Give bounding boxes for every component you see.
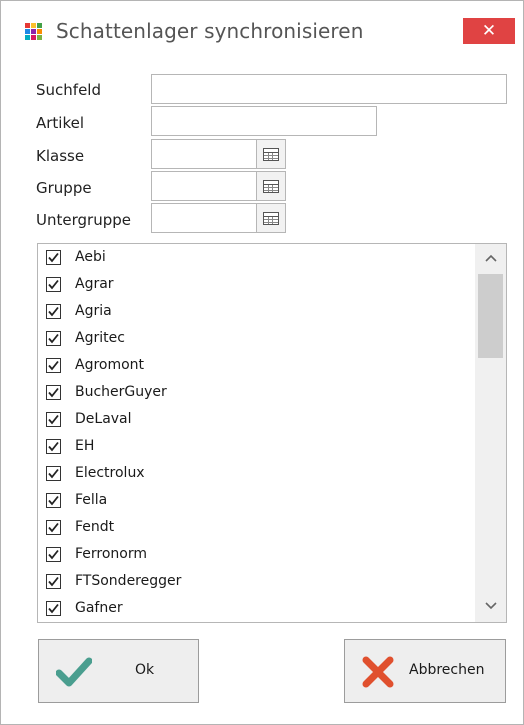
checkbox[interactable] — [46, 277, 61, 292]
checkbox[interactable] — [46, 304, 61, 319]
list-item-label: Fendt — [75, 519, 115, 535]
list-item[interactable]: Fella — [38, 488, 475, 515]
checkbox[interactable] — [46, 412, 61, 427]
list-item-label: Fella — [75, 492, 108, 508]
suchfeld-input[interactable] — [151, 74, 507, 104]
checkbox[interactable] — [46, 520, 61, 535]
list-item-label: Agritec — [75, 330, 125, 346]
artikel-input[interactable] — [151, 106, 377, 136]
gruppe-picker-button[interactable] — [256, 171, 286, 201]
window-title: Schattenlager synchronisieren — [56, 19, 364, 43]
cancel-button[interactable]: Abbrechen — [344, 639, 506, 703]
checkbox[interactable] — [46, 466, 61, 481]
check-icon — [48, 603, 59, 614]
checkbox[interactable] — [46, 358, 61, 373]
klasse-input[interactable] — [151, 139, 257, 169]
dialog-window: Schattenlager synchronisieren ✕ Suchfeld… — [0, 0, 524, 725]
list-item-label: EH — [75, 438, 95, 454]
gruppe-label: Gruppe — [36, 179, 92, 197]
checkbox[interactable] — [46, 547, 61, 562]
list-item-label: Aebi — [75, 249, 106, 265]
check-icon — [48, 576, 59, 587]
check-icon — [48, 306, 59, 317]
check-icon — [48, 468, 59, 479]
list-item-label: DeLaval — [75, 411, 132, 427]
check-icon — [48, 387, 59, 398]
check-icon — [48, 522, 59, 533]
untergruppe-label: Untergruppe — [36, 211, 131, 229]
ok-button-label: Ok — [135, 662, 155, 678]
x-cross-icon — [361, 655, 395, 693]
checkbox[interactable] — [46, 601, 61, 616]
list-item-label: Electrolux — [75, 465, 145, 481]
list-item[interactable]: Aebi — [38, 245, 475, 272]
check-icon — [48, 549, 59, 560]
check-icon — [48, 360, 59, 371]
app-grid-icon — [25, 23, 43, 41]
gruppe-input[interactable] — [151, 171, 257, 201]
list-item[interactable]: EH — [38, 434, 475, 461]
artikel-label: Artikel — [36, 114, 85, 132]
check-icon — [48, 495, 59, 506]
list-item[interactable]: Agria — [38, 299, 475, 326]
chevron-up-icon[interactable] — [475, 246, 506, 272]
calendar-table-icon — [263, 179, 279, 193]
list-item[interactable]: DeLaval — [38, 407, 475, 434]
check-icon — [48, 414, 59, 425]
list-item[interactable]: Agritec — [38, 326, 475, 353]
check-icon — [48, 279, 59, 290]
checkbox[interactable] — [46, 250, 61, 265]
calendar-table-icon — [263, 211, 279, 225]
calendar-table-icon — [263, 147, 279, 161]
checkbox[interactable] — [46, 574, 61, 589]
list-item-label: Agromont — [75, 357, 145, 373]
list-item[interactable]: Gafner — [38, 596, 475, 622]
manufacturer-checklist[interactable]: Aebi Agrar Agria Agritec Agromont BucherGuyer… — [37, 243, 507, 623]
klasse-picker-button[interactable] — [256, 139, 286, 169]
list-item[interactable]: Electrolux — [38, 461, 475, 488]
checkbox[interactable] — [46, 385, 61, 400]
list-item[interactable]: Agrar — [38, 272, 475, 299]
check-icon — [48, 441, 59, 452]
checkmark-icon — [55, 656, 93, 692]
close-button[interactable]: ✕ — [463, 18, 515, 44]
title-bar: Schattenlager synchronisieren ✕ — [1, 1, 523, 57]
cancel-button-label: Abbrechen — [409, 662, 485, 678]
check-icon — [48, 252, 59, 263]
untergruppe-picker-button[interactable] — [256, 203, 286, 233]
chevron-down-icon[interactable] — [475, 594, 506, 620]
list-item-label: Gafner — [75, 600, 123, 616]
list-item[interactable]: FTSonderegger — [38, 569, 475, 596]
checkbox[interactable] — [46, 439, 61, 454]
list-item[interactable]: BucherGuyer — [38, 380, 475, 407]
list-item-label: Ferronorm — [75, 546, 148, 562]
vertical-scrollbar[interactable] — [475, 244, 506, 622]
untergruppe-input[interactable] — [151, 203, 257, 233]
list-item-label: Agria — [75, 303, 112, 319]
checkbox[interactable] — [46, 331, 61, 346]
list-item[interactable]: Agromont — [38, 353, 475, 380]
list-item-label: BucherGuyer — [75, 384, 167, 400]
list-item[interactable]: Fendt — [38, 515, 475, 542]
list-item-label: Agrar — [75, 276, 114, 292]
ok-button[interactable]: Ok — [38, 639, 199, 703]
klasse-label: Klasse — [36, 147, 85, 165]
list-item[interactable]: Ferronorm — [38, 542, 475, 569]
list-item-label: FTSonderegger — [75, 573, 182, 589]
checkbox[interactable] — [46, 493, 61, 508]
check-icon — [48, 333, 59, 344]
scrollbar-thumb[interactable] — [478, 274, 503, 358]
suchfeld-label: Suchfeld — [36, 81, 101, 99]
